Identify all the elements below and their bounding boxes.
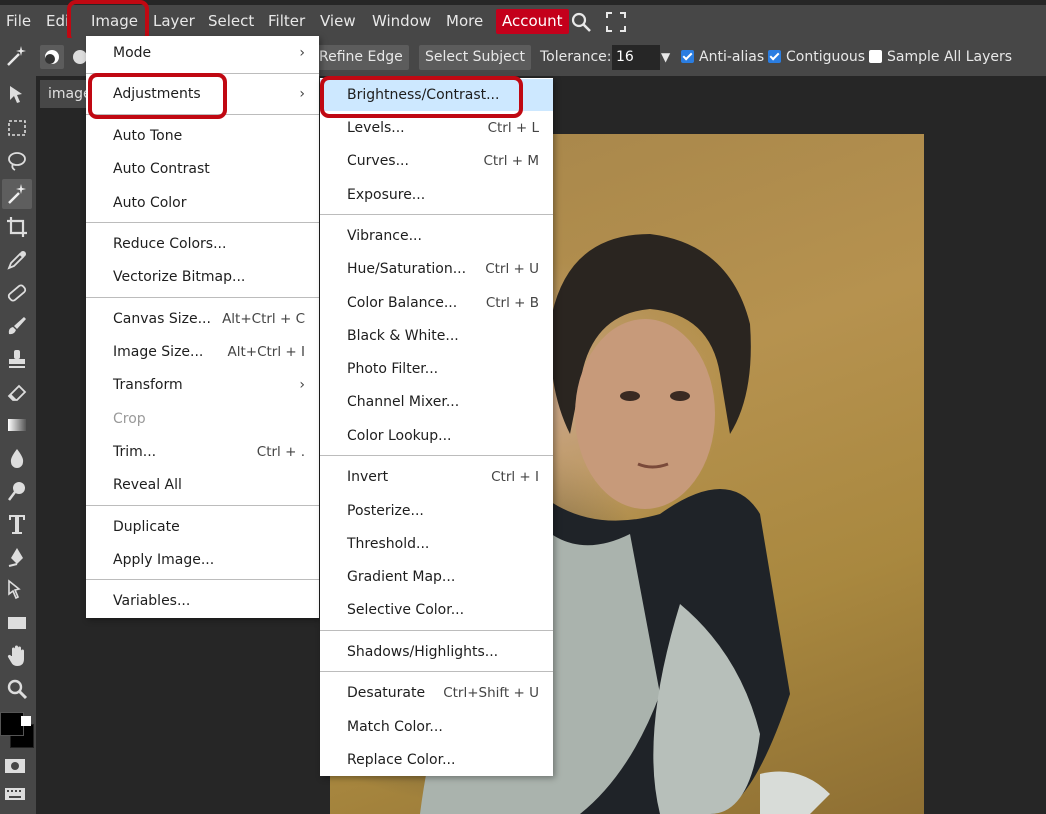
contiguous-label: Contiguous <box>786 49 866 65</box>
menu-item-invert[interactable]: Invert Ctrl + I <box>320 462 553 492</box>
menu-item-variables[interactable]: Variables... <box>86 586 319 616</box>
menu-window[interactable]: Window <box>372 5 431 38</box>
menu-item-replace-color[interactable]: Replace Color... <box>320 745 553 775</box>
divider <box>86 579 319 580</box>
sample-all-layers-label: Sample All Layers <box>887 49 1013 65</box>
brightness-contrast-highlight <box>320 76 523 118</box>
menu-bar: File Edi Image Layer Select Filter View … <box>0 5 1046 38</box>
menu-item-channel-mixer[interactable]: Channel Mixer... <box>320 387 553 417</box>
menu-item-exposure[interactable]: Exposure... <box>320 180 553 210</box>
divider <box>320 214 553 215</box>
menu-item-trim[interactable]: Trim... Ctrl + . <box>86 437 319 467</box>
brush-tool-icon[interactable] <box>2 311 32 341</box>
selection-mode-new[interactable] <box>40 45 64 69</box>
shape-tool-icon[interactable] <box>2 608 32 638</box>
chevron-right-icon: › <box>299 45 305 61</box>
crop-tool-icon[interactable] <box>2 212 32 242</box>
pen-tool-icon[interactable] <box>2 542 32 572</box>
menu-item-match-color[interactable]: Match Color... <box>320 712 553 742</box>
menu-item-threshold[interactable]: Threshold... <box>320 529 553 559</box>
menu-item-crop: Crop <box>113 411 146 427</box>
magic-wand-icon <box>4 43 30 69</box>
menu-item-hue-saturation[interactable]: Hue/Saturation... Ctrl + U <box>320 254 553 284</box>
menu-item-shadows-highlights[interactable]: Shadows/Highlights... <box>320 637 553 667</box>
contiguous-checkbox[interactable] <box>768 50 781 63</box>
menu-item-auto-color[interactable]: Auto Color <box>86 188 319 218</box>
dodge-tool-icon[interactable] <box>2 476 32 506</box>
menu-item-selective-color[interactable]: Selective Color... <box>320 595 553 625</box>
menu-edit[interactable]: Edi <box>46 5 69 38</box>
divider <box>86 222 319 223</box>
marquee-tool-icon[interactable] <box>2 113 32 143</box>
menu-item-desaturate[interactable]: Desaturate Ctrl+Shift + U <box>320 678 553 708</box>
menu-item-duplicate[interactable]: Duplicate <box>86 512 319 542</box>
move-tool-icon[interactable] <box>2 80 32 110</box>
account-button[interactable]: Account <box>496 9 569 34</box>
menu-more[interactable]: More <box>446 5 483 38</box>
quick-mask-icon[interactable] <box>4 758 26 774</box>
select-subject-button[interactable]: Select Subject <box>419 45 531 70</box>
adjustments-highlight <box>88 73 227 119</box>
menu-view[interactable]: View <box>320 5 356 38</box>
divider <box>320 671 553 672</box>
menu-layer[interactable]: Layer <box>153 5 195 38</box>
menu-item-black-white[interactable]: Black & White... <box>320 321 553 351</box>
menu-item-reveal-all[interactable]: Reveal All <box>86 470 319 500</box>
eyedropper-tool-icon[interactable] <box>2 245 32 275</box>
fullscreen-icon[interactable] <box>605 11 627 33</box>
menu-item-photo-filter[interactable]: Photo Filter... <box>320 354 553 384</box>
menu-item-image-size[interactable]: Image Size... Alt+Ctrl + I <box>86 337 319 367</box>
menu-item-vibrance[interactable]: Vibrance... <box>320 221 553 251</box>
menu-item-curves[interactable]: Curves... Ctrl + M <box>320 146 553 176</box>
sample-all-layers-checkbox[interactable] <box>869 50 882 63</box>
blur-tool-icon[interactable] <box>2 443 32 473</box>
chevron-right-icon: › <box>299 86 305 102</box>
divider <box>320 455 553 456</box>
tolerance-input[interactable]: 16 <box>612 45 660 70</box>
menu-select[interactable]: Select <box>208 5 254 38</box>
divider <box>86 505 319 506</box>
menu-item-apply-image[interactable]: Apply Image... <box>86 545 319 575</box>
menu-item-color-balance[interactable]: Color Balance... Ctrl + B <box>320 288 553 318</box>
menu-item-auto-contrast[interactable]: Auto Contrast <box>86 154 319 184</box>
anti-alias-label: Anti-alias <box>699 49 765 65</box>
healing-brush-tool-icon[interactable] <box>2 278 32 308</box>
tolerance-label: Tolerance: <box>540 49 612 65</box>
chevron-right-icon: › <box>299 377 305 393</box>
clone-stamp-tool-icon[interactable] <box>2 344 32 374</box>
search-icon[interactable] <box>570 11 592 33</box>
adjustments-submenu: Brightness/Contrast... Levels... Ctrl + L… <box>320 78 553 776</box>
path-select-tool-icon[interactable] <box>2 575 32 605</box>
hand-tool-icon[interactable] <box>2 641 32 671</box>
eraser-tool-icon[interactable] <box>2 377 32 407</box>
menu-filter[interactable]: Filter <box>268 5 305 38</box>
lasso-tool-icon[interactable] <box>2 146 32 176</box>
menu-item-gradient-map[interactable]: Gradient Map... <box>320 562 553 592</box>
gradient-tool-icon[interactable] <box>2 410 32 440</box>
divider <box>320 630 553 631</box>
menu-item-reduce-colors[interactable]: Reduce Colors... <box>86 229 319 259</box>
menu-item-vectorize-bitmap[interactable]: Vectorize Bitmap... <box>86 262 319 292</box>
menu-item-auto-tone[interactable]: Auto Tone <box>86 121 319 151</box>
menu-file[interactable]: File <box>6 5 31 38</box>
menu-item-canvas-size[interactable]: Canvas Size... Alt+Ctrl + C <box>86 304 319 334</box>
refine-edge-button[interactable]: Refine Edge <box>313 45 409 70</box>
anti-alias-checkbox[interactable] <box>681 50 694 63</box>
keyboard-icon[interactable] <box>4 786 26 800</box>
zoom-tool-icon[interactable] <box>2 674 32 704</box>
menu-item-color-lookup[interactable]: Color Lookup... <box>320 421 553 451</box>
tools-panel <box>0 76 36 814</box>
menu-item-transform[interactable]: Transform › <box>86 370 319 400</box>
menu-item-mode[interactable]: Mode › <box>86 38 319 68</box>
type-tool-icon[interactable] <box>2 509 32 539</box>
menu-item-posterize[interactable]: Posterize... <box>320 496 553 526</box>
image-menu: Mode › Adjustments › Auto Tone Auto Contra… <box>86 36 319 618</box>
tolerance-dropdown-icon[interactable]: ▼ <box>661 38 670 76</box>
magic-wand-tool-icon[interactable] <box>2 179 32 209</box>
default-colors-icon[interactable] <box>21 716 31 726</box>
divider <box>86 297 319 298</box>
